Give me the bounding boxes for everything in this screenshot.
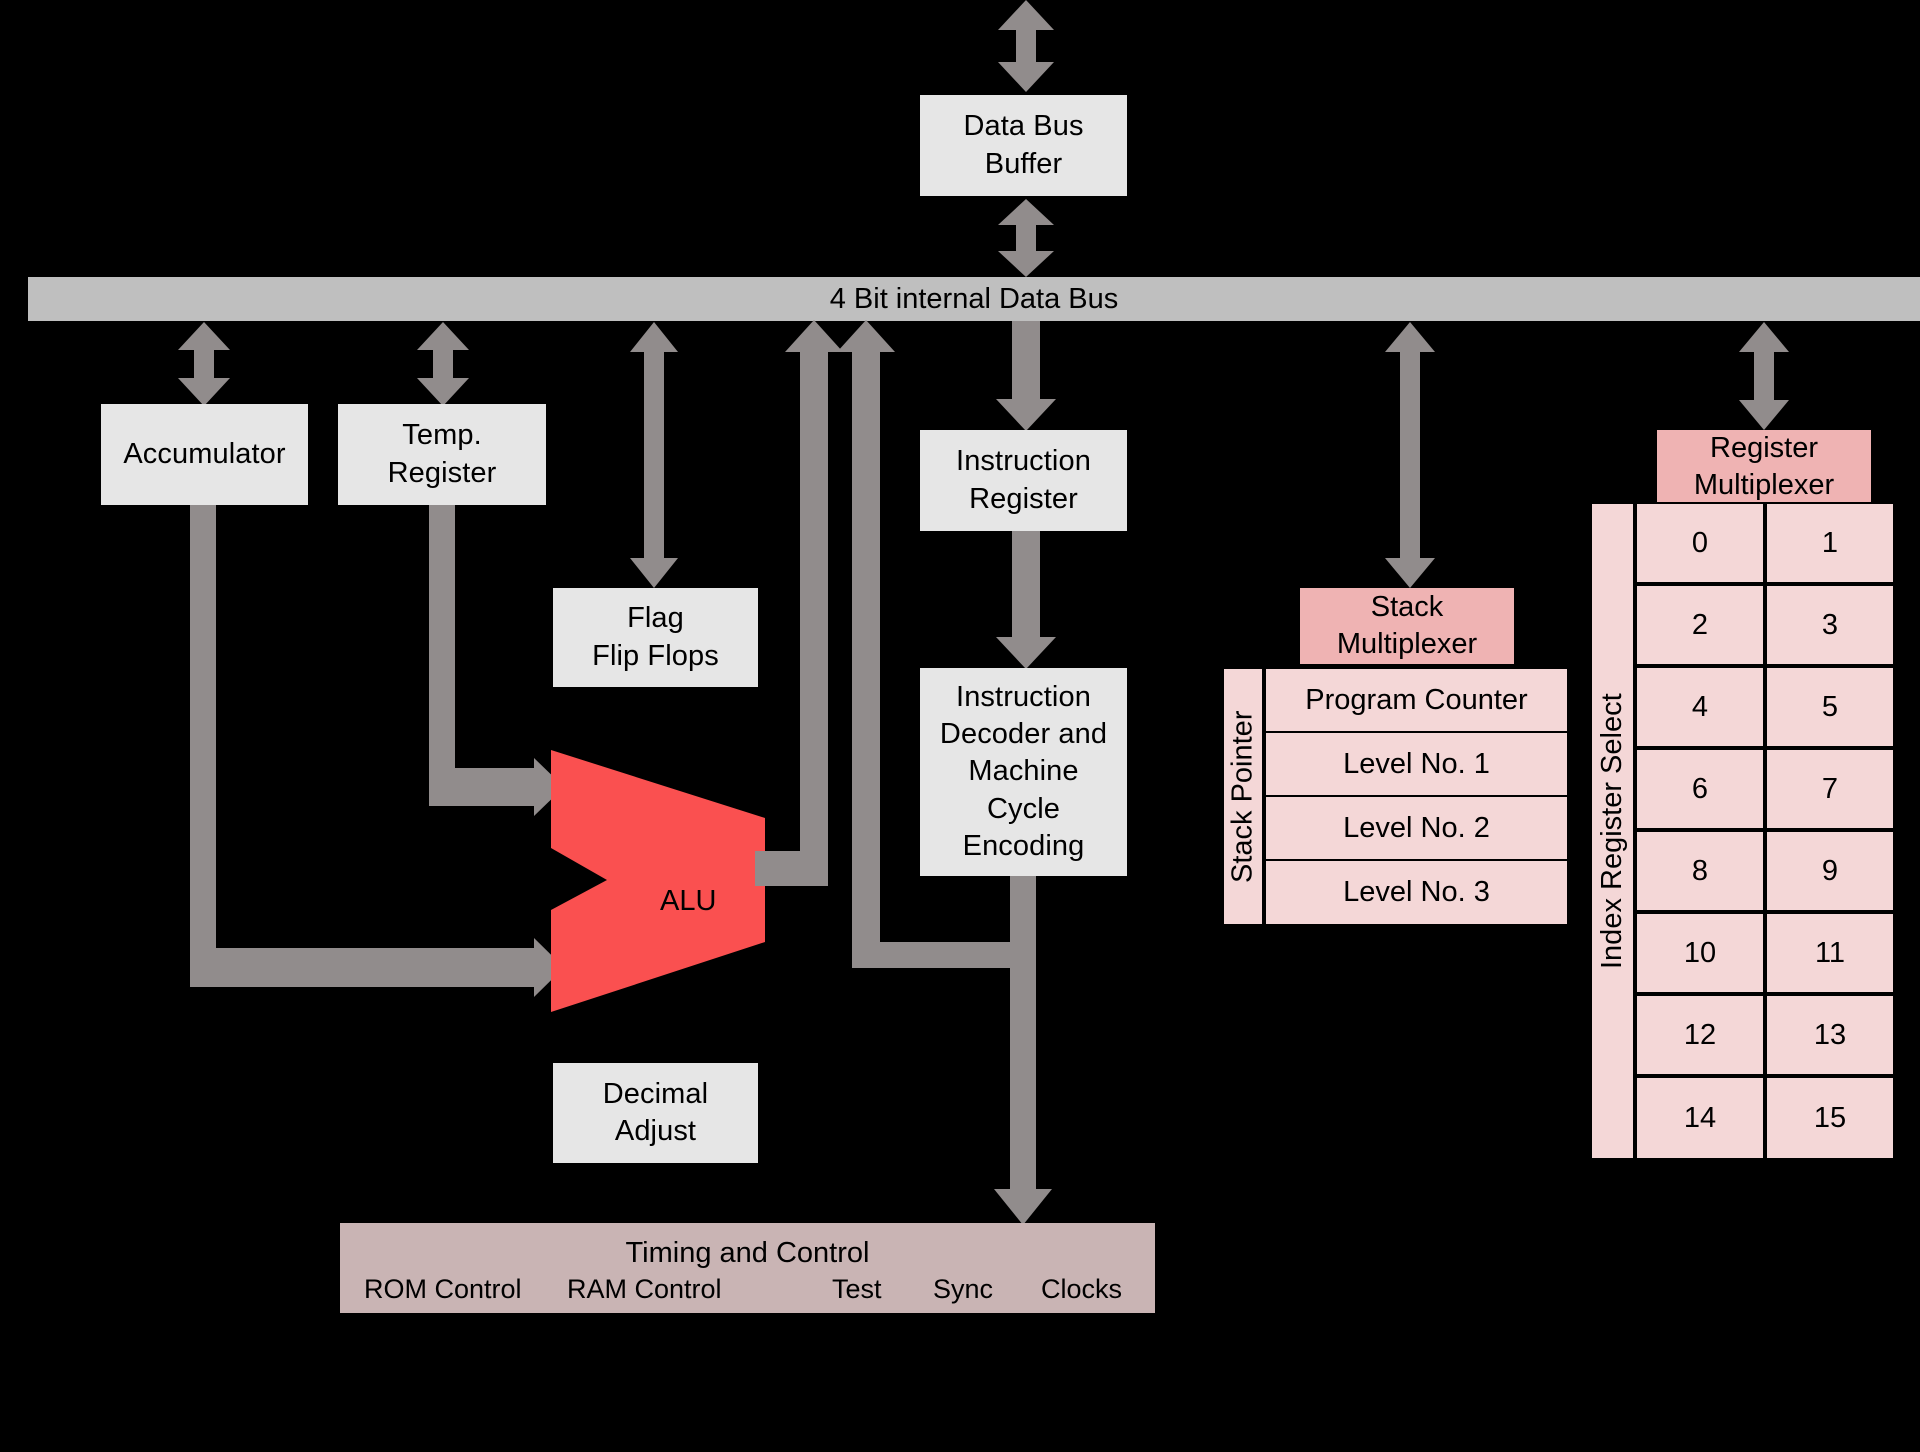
- stack-pointer-label: Stack Pointer: [1222, 667, 1264, 926]
- flag-flip-flops-box: Flag Flip Flops: [553, 588, 758, 687]
- stack-row-level-1: Level No. 1: [1264, 731, 1569, 797]
- data-bus-buffer-box: Data Bus Buffer: [920, 95, 1127, 196]
- register-cell-3: 3: [1765, 584, 1895, 666]
- test-label: Test: [832, 1274, 882, 1304]
- cpu-block-diagram: Data Bus Buffer 4 Bit internal Data Bus …: [0, 0, 1920, 1452]
- accumulator-box: Accumulator: [101, 404, 308, 505]
- register-cell-10: 10: [1635, 912, 1765, 994]
- temp-register-to-alu-horizontal: [429, 768, 540, 806]
- stack-multiplexer-box: Stack Multiplexer: [1300, 588, 1514, 664]
- bus-to-accumulator-arrow: [178, 322, 230, 406]
- alu-output-to-bus-arrowhead: [785, 320, 843, 352]
- timing-and-control-box: Timing and Control ROM Control RAM Contr…: [340, 1223, 1155, 1313]
- decoder-to-timing-vertical: [1010, 876, 1036, 1195]
- bus-to-stack-multiplexer-arrow: [1385, 322, 1435, 588]
- stack-row-program-counter: Program Counter: [1264, 667, 1569, 733]
- internal-data-bus-label: 4 Bit internal Data Bus: [829, 282, 1119, 315]
- decoder-branch-horizontal: [852, 942, 1024, 968]
- index-register-select-label: Index Register Select: [1590, 502, 1635, 1160]
- register-cell-2: 2: [1635, 584, 1765, 666]
- register-cell-8: 8: [1635, 830, 1765, 912]
- timing-and-control-title: Timing and Control: [625, 1237, 870, 1269]
- instruction-register-box: Instruction Register: [920, 430, 1127, 531]
- temp-register-to-alu-vertical: [429, 505, 455, 805]
- alu-shape: [551, 750, 765, 1012]
- stack-row-level-2: Level No. 2: [1264, 795, 1569, 861]
- register-cell-7: 7: [1765, 748, 1895, 830]
- stack-row-level-3: Level No. 3: [1264, 859, 1569, 926]
- decoder-to-timing-arrowhead: [994, 1189, 1052, 1225]
- decimal-adjust-box: Decimal Adjust: [553, 1063, 758, 1163]
- instruction-decoder-box: Instruction Decoder and Machine Cycle En…: [920, 668, 1127, 876]
- register-cell-6: 6: [1635, 748, 1765, 830]
- buffer-to-bus-arrow: [998, 199, 1054, 277]
- bus-to-flag-flip-flops-arrow: [630, 322, 678, 588]
- rom-control-label: ROM Control: [364, 1274, 522, 1304]
- register-cell-9: 9: [1765, 830, 1895, 912]
- bus-to-instruction-register-arrow: [996, 321, 1056, 431]
- temp-register-box: Temp. Register: [338, 404, 546, 505]
- register-cell-5: 5: [1765, 666, 1895, 748]
- register-cell-12: 12: [1635, 994, 1765, 1076]
- internal-data-bus: 4 Bit internal Data Bus: [28, 277, 1920, 321]
- bus-to-register-multiplexer-arrow: [1739, 322, 1789, 430]
- register-multiplexer-box: Register Multiplexer: [1657, 430, 1871, 504]
- alu-output-vertical: [800, 350, 828, 886]
- register-cell-15: 15: [1765, 1076, 1895, 1160]
- register-cell-4: 4: [1635, 666, 1765, 748]
- clocks-label: Clocks: [1041, 1274, 1123, 1304]
- bus-to-temp-register-arrow: [417, 322, 469, 406]
- accumulator-to-alu-horizontal: [190, 948, 540, 987]
- register-cell-0: 0: [1635, 502, 1765, 584]
- ram-control-label: RAM Control: [567, 1274, 722, 1304]
- external-data-bus-arrow: [998, 0, 1054, 92]
- sync-label: Sync: [933, 1274, 994, 1304]
- register-cell-11: 11: [1765, 912, 1895, 994]
- instruction-register-to-decoder-arrow: [996, 531, 1056, 669]
- accumulator-to-alu-vertical: [190, 505, 216, 987]
- decoder-branch-to-bus-arrowhead: [837, 320, 895, 352]
- register-cell-1: 1: [1765, 502, 1895, 584]
- register-cell-14: 14: [1635, 1076, 1765, 1160]
- alu-label: ALU: [660, 885, 717, 917]
- decoder-branch-vertical: [852, 350, 880, 967]
- register-cell-13: 13: [1765, 994, 1895, 1076]
